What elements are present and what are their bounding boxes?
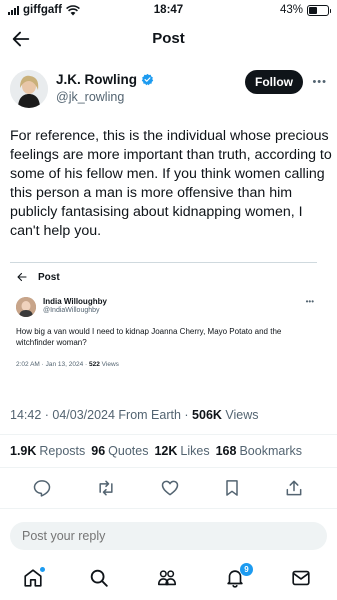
communities-icon[interactable]	[156, 567, 178, 589]
screenshot-author-name: India Willoughby	[43, 297, 107, 306]
header: Post	[0, 26, 337, 52]
follow-button[interactable]: Follow	[245, 70, 303, 94]
home-new-dot	[40, 567, 45, 572]
bookmarks-stat[interactable]: 168 Bookmarks	[216, 444, 302, 458]
verified-badge-icon	[141, 73, 154, 86]
screenshot-meta: 2:02 AM · Jan 13, 2024 · 522 Views	[16, 361, 119, 368]
more-options-icon[interactable]: •••	[312, 76, 327, 88]
screenshot-header: Post	[16, 271, 60, 283]
screenshot-author: India Willoughby @IndiaWilloughby •••	[16, 295, 316, 321]
bottom-tab-bar: 9	[0, 563, 337, 593]
reposts-count: 1.9K	[10, 444, 37, 458]
divider	[0, 467, 337, 468]
quotes-label: Quotes	[108, 444, 149, 458]
page-title: Post	[152, 30, 185, 47]
notification-badge: 9	[240, 563, 253, 576]
screenshot-timestamp: 2:02 AM · Jan 13, 2024 ·	[16, 361, 89, 368]
screenshot-back-arrow-icon	[17, 272, 27, 282]
screenshot-avatar	[16, 297, 36, 317]
screenshot-views-count: 522	[89, 361, 100, 368]
author-handle[interactable]: @jk_rowling	[56, 90, 124, 104]
divider	[0, 434, 337, 435]
likes-count: 12K	[154, 444, 178, 458]
status-right: 43%	[279, 4, 331, 16]
repost-icon[interactable]	[96, 478, 116, 498]
screenshot-more-icon: •••	[305, 297, 314, 306]
engagement-stats: 1.9K Reposts 96 Quotes 12K Likes 168 Bookmar…	[10, 444, 302, 458]
divider	[0, 508, 337, 509]
battery-percent: 43%	[279, 4, 303, 16]
screenshot-author-handle: @IndiaWilloughby	[43, 307, 100, 314]
avatar-image	[10, 70, 48, 108]
screenshot-post-text: How big a van would I need to kidnap Joa…	[16, 327, 282, 347]
likes-stat[interactable]: 12K Likes	[154, 444, 209, 458]
battery-level	[309, 6, 317, 14]
reply-input[interactable]	[10, 522, 327, 550]
avatar[interactable]	[10, 70, 48, 108]
author-name-text: J.K. Rowling	[56, 72, 137, 87]
action-bar	[0, 478, 337, 500]
status-bar: giffgaff 18:47 43%	[0, 0, 337, 22]
share-icon[interactable]	[284, 478, 304, 498]
bookmark-icon[interactable]	[222, 478, 242, 498]
bookmarks-label: Bookmarks	[239, 444, 302, 458]
attached-screenshot[interactable]: Post India Willoughby @IndiaWilloughby •…	[10, 262, 317, 386]
battery-icon	[307, 4, 331, 16]
post-timestamp: 14:42 · 04/03/2024 From Earth ·	[10, 408, 193, 422]
screenshot-avatar-image	[16, 297, 36, 317]
bookmarks-count: 168	[215, 444, 237, 458]
quotes-count: 96	[91, 444, 106, 458]
screenshot-views-label: Views	[99, 361, 119, 368]
reposts-label: Reposts	[39, 444, 86, 458]
views-label: Views	[221, 408, 259, 422]
author-name[interactable]: J.K. Rowling	[56, 72, 154, 87]
messages-icon[interactable]	[290, 567, 312, 589]
views-count[interactable]: 506K	[192, 408, 222, 422]
quotes-stat[interactable]: 96 Quotes	[91, 444, 148, 458]
post-text: For reference, this is the individual wh…	[10, 128, 332, 239]
post-author: J.K. Rowling @jk_rowling Follow •••	[10, 68, 327, 112]
screenshot-title: Post	[38, 271, 60, 283]
reply-icon[interactable]	[32, 478, 52, 498]
search-icon[interactable]	[88, 567, 110, 589]
post-meta: 14:42 · 04/03/2024 From Earth · 506K Vie…	[10, 408, 259, 422]
reposts-stat[interactable]: 1.9K Reposts	[10, 444, 85, 458]
likes-label: Likes	[180, 444, 210, 458]
like-icon[interactable]	[160, 478, 180, 498]
